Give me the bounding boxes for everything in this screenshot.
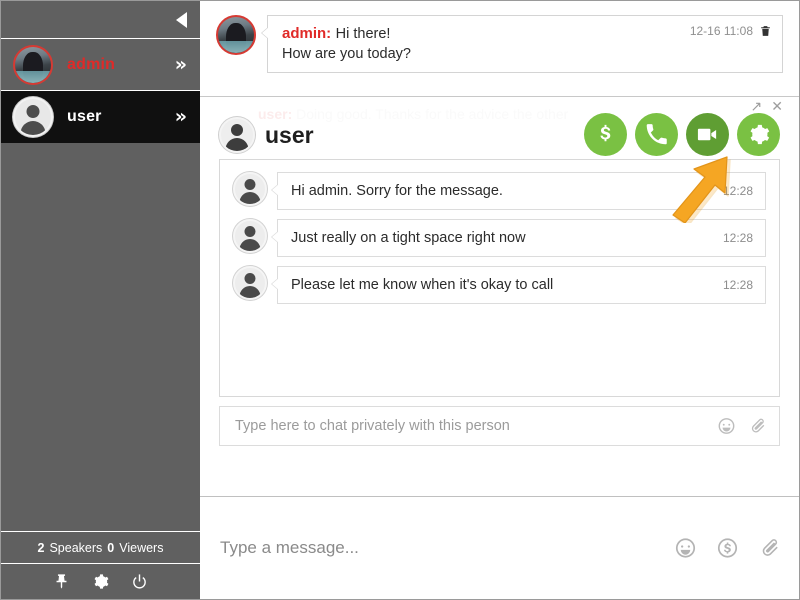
private-chat-input-placeholder: Type here to chat privately with this pe… (235, 418, 510, 434)
emoji-icon[interactable] (717, 417, 736, 436)
list-item: Please let me know when it's okay to cal… (233, 266, 766, 304)
avatar (219, 117, 255, 153)
message-text-line2: How are you today? (282, 46, 770, 62)
chevron-right-icon[interactable]: » (175, 55, 187, 74)
sidebar-item-label: user (67, 108, 102, 126)
private-message-list: Hi admin. Sorry for the message. 12:28 J… (219, 159, 780, 397)
avatar (233, 266, 267, 300)
public-message: admin: Hi there! How are you today? 12-1… (216, 15, 783, 73)
trash-icon[interactable] (759, 24, 772, 38)
pin-icon[interactable] (53, 573, 70, 590)
list-item: Hi admin. Sorry for the message. 12:28 (233, 172, 766, 210)
phone-icon (645, 123, 668, 146)
message-text: Just really on a tight space right now (291, 230, 526, 246)
expand-arrow-icon[interactable]: ↗ (751, 99, 763, 113)
sidebar-footer (1, 564, 200, 599)
avatar (13, 45, 53, 85)
triangle-left-icon[interactable] (176, 12, 187, 28)
settings-button[interactable] (737, 113, 780, 156)
message-text-line1: Hi there! (336, 26, 391, 42)
private-chat-input[interactable]: Type here to chat privately with this pe… (219, 406, 780, 446)
avatar (233, 219, 267, 253)
composer-icons (674, 537, 781, 560)
message-timestamp: 12-16 11:08 (690, 24, 753, 38)
message-text: Please let me know when it's okay to cal… (291, 277, 553, 293)
emoji-icon[interactable] (674, 537, 697, 560)
room-stats: 2 Speakers 0 Viewers (1, 531, 200, 564)
private-panel-header: user (219, 97, 780, 159)
public-chat-area: admin: Hi there! How are you today? 12-1… (200, 1, 799, 97)
paperclip-icon[interactable] (748, 417, 767, 436)
sidebar-item-admin[interactable]: admin » (1, 39, 200, 91)
speaker-label: Speakers (49, 541, 102, 555)
message-meta: 12-16 11:08 (690, 24, 772, 38)
private-input-icons (717, 417, 767, 436)
chat-application: admin » user » 2 Speakers 0 Viewers (0, 0, 800, 600)
private-chat-panel: user: Doing good. Thanks for the advice … (200, 97, 799, 497)
main-area: admin: Hi there! How are you today? 12-1… (200, 1, 799, 599)
paperclip-icon[interactable] (758, 537, 781, 560)
avatar (13, 97, 53, 137)
user-list: admin » user » (1, 39, 200, 531)
sidebar: admin » user » 2 Speakers 0 Viewers (1, 1, 200, 599)
message-composer[interactable]: Type a message... (200, 497, 799, 599)
dollar-circle-icon[interactable] (716, 537, 739, 560)
viewer-label: Viewers (119, 541, 163, 555)
message-bubble: Just really on a tight space right now 1… (277, 219, 766, 257)
list-item: Just really on a tight space right now 1… (233, 219, 766, 257)
video-call-button[interactable] (686, 113, 729, 156)
gear-icon[interactable] (92, 573, 109, 590)
message-author: admin: (282, 25, 331, 42)
tip-button[interactable] (584, 113, 627, 156)
close-x-icon[interactable]: ✕ (771, 99, 783, 113)
message-timestamp: 12:28 (723, 278, 753, 292)
power-icon[interactable] (131, 573, 148, 590)
dollar-icon (594, 123, 617, 146)
speaker-count: 2 (38, 541, 45, 555)
message-bubble: Hi admin. Sorry for the message. 12:28 (277, 172, 766, 210)
call-button[interactable] (635, 113, 678, 156)
viewer-count: 0 (107, 541, 114, 555)
panel-controls: ↗ ✕ (751, 99, 783, 113)
message-bubble: admin: Hi there! How are you today? 12-1… (267, 15, 783, 73)
message-text: Hi admin. Sorry for the message. (291, 183, 503, 199)
sidebar-collapse-bar[interactable] (1, 1, 200, 39)
message-timestamp: 12:28 (723, 184, 753, 198)
composer-placeholder: Type a message... (220, 538, 359, 558)
video-camera-icon (696, 123, 719, 146)
message-timestamp: 12:28 (723, 231, 753, 245)
gear-icon (747, 123, 770, 146)
avatar (233, 172, 267, 206)
action-buttons (584, 113, 780, 156)
message-bubble: Please let me know when it's okay to cal… (277, 266, 766, 304)
sidebar-item-label: admin (67, 56, 115, 74)
page-title: user (265, 122, 314, 149)
avatar (216, 15, 256, 55)
chevron-right-icon[interactable]: » (175, 107, 187, 126)
sidebar-item-user[interactable]: user » (1, 91, 200, 143)
